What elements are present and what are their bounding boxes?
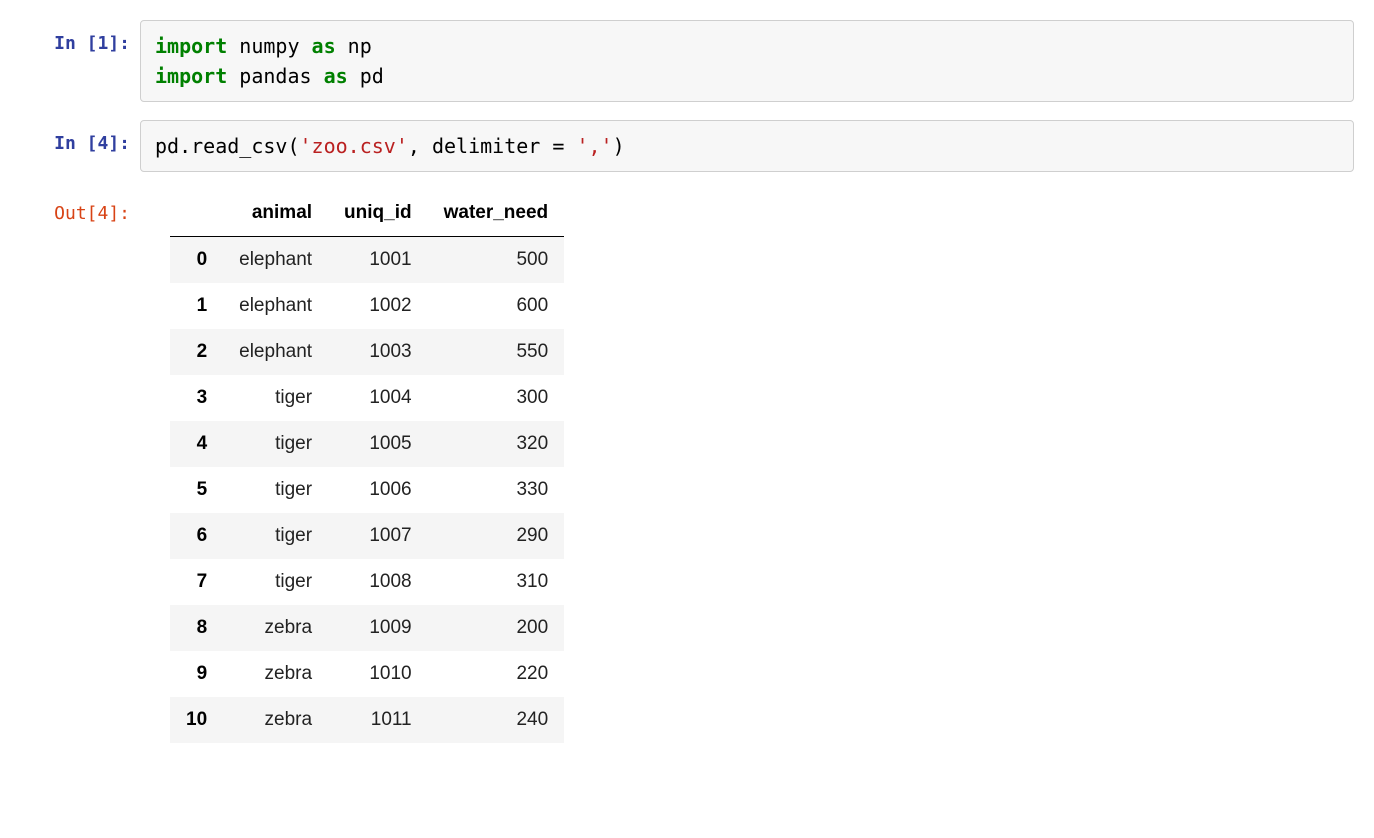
notebook-cell: In [4]: pd.read_csv('zoo.csv', delimiter… bbox=[0, 120, 1374, 172]
row-index: 4 bbox=[170, 421, 223, 467]
table-cell: 220 bbox=[428, 651, 565, 697]
table-row: 8zebra1009200 bbox=[170, 605, 564, 651]
table-cell: 1011 bbox=[328, 697, 428, 743]
table-row: 9zebra1010220 bbox=[170, 651, 564, 697]
column-header: animal bbox=[223, 190, 328, 237]
code-input[interactable]: pd.read_csv('zoo.csv', delimiter = ',') bbox=[140, 120, 1354, 172]
input-prompt: In [1]: bbox=[0, 20, 140, 57]
table-cell: 1008 bbox=[328, 559, 428, 605]
table-cell: 550 bbox=[428, 329, 565, 375]
row-index: 8 bbox=[170, 605, 223, 651]
row-index: 0 bbox=[170, 237, 223, 284]
row-index: 10 bbox=[170, 697, 223, 743]
code-text: , delimiter = bbox=[408, 134, 577, 158]
keyword: import bbox=[155, 34, 227, 58]
table-cell: 1002 bbox=[328, 283, 428, 329]
notebook-cell: In [1]: import numpy as np import pandas… bbox=[0, 20, 1374, 102]
table-cell: tiger bbox=[223, 559, 328, 605]
table-row: 7tiger1008310 bbox=[170, 559, 564, 605]
table-cell: 240 bbox=[428, 697, 565, 743]
input-prompt: In [4]: bbox=[0, 120, 140, 157]
table-cell: elephant bbox=[223, 237, 328, 284]
table-row: 0elephant1001500 bbox=[170, 237, 564, 284]
keyword: as bbox=[312, 34, 336, 58]
table-cell: 320 bbox=[428, 421, 565, 467]
code-text: ) bbox=[613, 134, 625, 158]
code-input[interactable]: import numpy as np import pandas as pd bbox=[140, 20, 1354, 102]
table-row: 1elephant1002600 bbox=[170, 283, 564, 329]
row-index: 5 bbox=[170, 467, 223, 513]
table-cell: elephant bbox=[223, 283, 328, 329]
table-cell: zebra bbox=[223, 605, 328, 651]
table-cell: 310 bbox=[428, 559, 565, 605]
code-text: numpy bbox=[227, 34, 311, 58]
code-text: pd.read_csv( bbox=[155, 134, 300, 158]
table-cell: 200 bbox=[428, 605, 565, 651]
table-cell: 1001 bbox=[328, 237, 428, 284]
table-cell: tiger bbox=[223, 467, 328, 513]
row-index: 2 bbox=[170, 329, 223, 375]
code-text: pd bbox=[348, 64, 384, 88]
row-index: 3 bbox=[170, 375, 223, 421]
table-cell: 500 bbox=[428, 237, 565, 284]
table-row: 6tiger1007290 bbox=[170, 513, 564, 559]
table-cell: tiger bbox=[223, 421, 328, 467]
table-cell: tiger bbox=[223, 375, 328, 421]
table-cell: 1005 bbox=[328, 421, 428, 467]
keyword: as bbox=[324, 64, 348, 88]
table-cell: 290 bbox=[428, 513, 565, 559]
keyword: import bbox=[155, 64, 227, 88]
column-header: uniq_id bbox=[328, 190, 428, 237]
table-cell: elephant bbox=[223, 329, 328, 375]
table-cell: 600 bbox=[428, 283, 565, 329]
table-cell: zebra bbox=[223, 697, 328, 743]
table-cell: 1006 bbox=[328, 467, 428, 513]
table-row: 5tiger1006330 bbox=[170, 467, 564, 513]
row-index: 6 bbox=[170, 513, 223, 559]
table-cell: 1004 bbox=[328, 375, 428, 421]
table-cell: 300 bbox=[428, 375, 565, 421]
table-corner bbox=[170, 190, 223, 237]
output-prompt: Out[4]: bbox=[0, 190, 140, 227]
string-literal: 'zoo.csv' bbox=[300, 134, 408, 158]
table-cell: 1010 bbox=[328, 651, 428, 697]
table-row: 10zebra1011240 bbox=[170, 697, 564, 743]
table-cell: 330 bbox=[428, 467, 565, 513]
table-cell: zebra bbox=[223, 651, 328, 697]
row-index: 7 bbox=[170, 559, 223, 605]
table-row: 4tiger1005320 bbox=[170, 421, 564, 467]
code-text: pandas bbox=[227, 64, 323, 88]
table-cell: tiger bbox=[223, 513, 328, 559]
dataframe-table: animal uniq_id water_need 0elephant10015… bbox=[170, 190, 564, 743]
notebook-cell-output: Out[4]: animal uniq_id water_need 0eleph… bbox=[0, 190, 1374, 743]
string-literal: ',' bbox=[576, 134, 612, 158]
table-cell: 1009 bbox=[328, 605, 428, 651]
row-index: 9 bbox=[170, 651, 223, 697]
table-row: 2elephant1003550 bbox=[170, 329, 564, 375]
code-text: np bbox=[336, 34, 372, 58]
table-cell: 1003 bbox=[328, 329, 428, 375]
column-header: water_need bbox=[428, 190, 565, 237]
row-index: 1 bbox=[170, 283, 223, 329]
output-area: animal uniq_id water_need 0elephant10015… bbox=[140, 190, 1354, 743]
table-cell: 1007 bbox=[328, 513, 428, 559]
table-row: 3tiger1004300 bbox=[170, 375, 564, 421]
